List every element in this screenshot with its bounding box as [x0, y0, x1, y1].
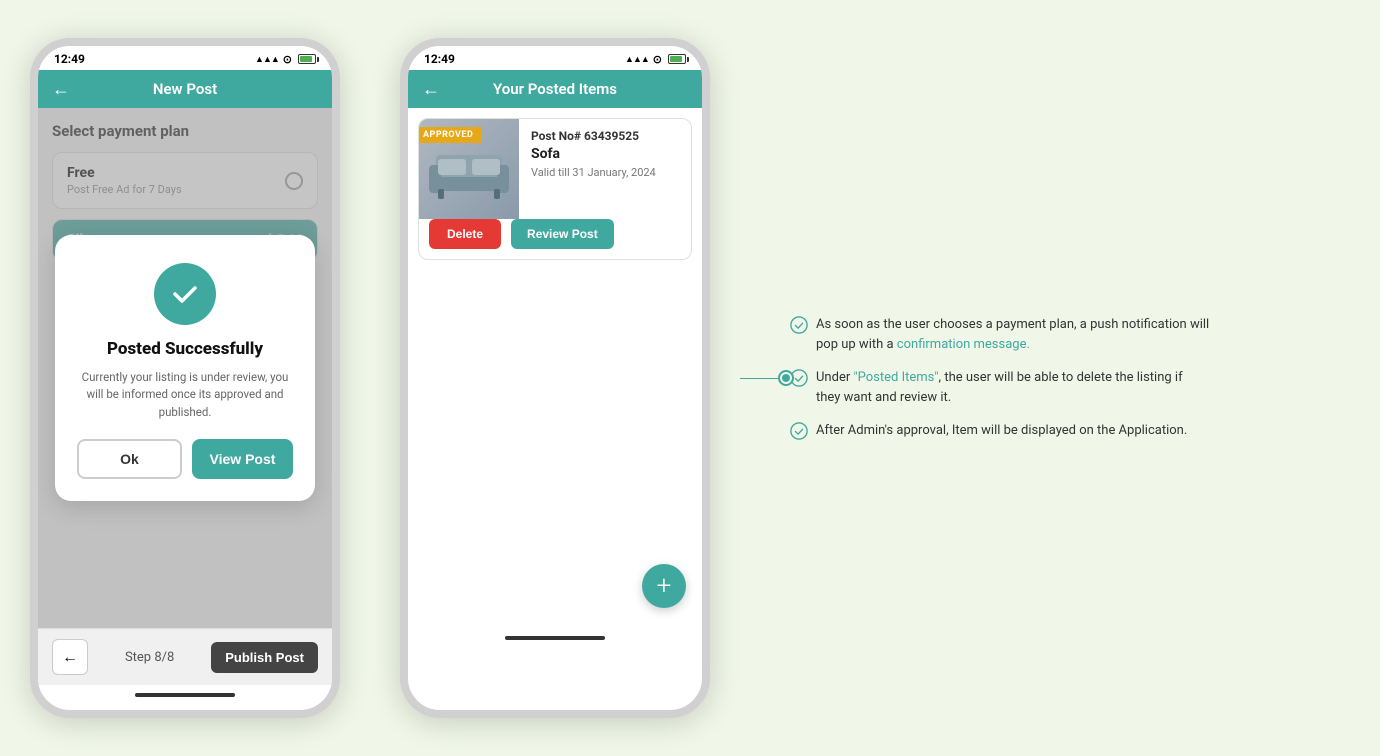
- phone1-bottom-bar: ← Step 8/8 Publish Post: [38, 628, 332, 685]
- annotation-panel: As soon as the user chooses a payment pl…: [740, 295, 1350, 461]
- connector-dot: [780, 372, 792, 384]
- phone1-time: 12:49: [54, 52, 85, 66]
- phone1-header: ← New Post: [38, 70, 332, 108]
- check-icon-2: [790, 369, 808, 387]
- annotation-text-1: As soon as the user chooses a payment pl…: [816, 315, 1210, 354]
- signal-icon: ▲▲▲: [255, 54, 279, 65]
- item-name: Sofa: [531, 146, 679, 162]
- phone1-status-icons: ▲▲▲ ⊙: [255, 53, 316, 66]
- phone1-back-button[interactable]: ←: [52, 79, 70, 100]
- success-modal-overlay: Posted Successfully Currently your listi…: [38, 108, 332, 628]
- annotation-list: As soon as the user chooses a payment pl…: [790, 315, 1210, 441]
- item-card-top: APPROVED: [419, 119, 691, 219]
- phone2-header: ← Your Posted Items: [408, 70, 702, 108]
- step-label: Step 8/8: [125, 650, 174, 665]
- publish-post-button[interactable]: Publish Post: [211, 642, 318, 673]
- annotation-text-3: After Admin's approval, Item will be dis…: [816, 421, 1187, 441]
- approved-badge: APPROVED: [418, 127, 481, 143]
- home-indicator-2: [408, 628, 702, 644]
- posted-items-body: APPROVED: [408, 108, 702, 628]
- view-post-button[interactable]: View Post: [192, 439, 293, 479]
- delete-button[interactable]: Delete: [429, 219, 501, 249]
- home-bar-2: [505, 636, 605, 640]
- success-check-icon: [154, 263, 216, 325]
- ok-button[interactable]: Ok: [77, 439, 182, 479]
- item-valid-date: Valid till 31 January, 2024: [531, 166, 679, 179]
- home-bar: [135, 693, 235, 697]
- step-back-button[interactable]: ←: [52, 639, 88, 675]
- battery-icon: [298, 54, 316, 64]
- annotation-item-3: After Admin's approval, Item will be dis…: [790, 421, 1210, 441]
- modal-description: Currently your listing is under review, …: [77, 369, 293, 421]
- signal-icon: ▲▲▲: [625, 54, 649, 65]
- modal-actions: Ok View Post: [77, 439, 293, 479]
- phone1-header-title: New Post: [153, 80, 217, 98]
- check-icon-3: [790, 422, 808, 440]
- annotation-item-2: Under "Posted Items", the user will be a…: [790, 368, 1210, 407]
- check-icon-1: [790, 316, 808, 334]
- wifi-icon: ⊙: [653, 53, 662, 66]
- phone2-header-title: Your Posted Items: [493, 80, 617, 98]
- fab-add-button[interactable]: +: [642, 564, 686, 608]
- phone2-status-icons: ▲▲▲ ⊙: [625, 53, 686, 66]
- phone1-notch: 12:49 ▲▲▲ ⊙: [38, 46, 332, 70]
- item-info: Post No# 63439525 Sofa Valid till 31 Jan…: [519, 119, 691, 219]
- success-modal: Posted Successfully Currently your listi…: [55, 235, 315, 501]
- annotation-item-1: As soon as the user chooses a payment pl…: [790, 315, 1210, 354]
- phone1-frame: 12:49 ▲▲▲ ⊙ ← New Post Select payment pl…: [30, 38, 340, 718]
- item-image-wrap: APPROVED: [419, 119, 519, 219]
- review-post-button[interactable]: Review Post: [511, 219, 614, 249]
- phone2-back-button[interactable]: ←: [422, 79, 440, 100]
- connector-line: [740, 378, 780, 379]
- modal-title: Posted Successfully: [77, 339, 293, 359]
- home-indicator: [38, 685, 332, 701]
- battery-icon: [668, 54, 686, 64]
- phone2-frame: 12:49 ▲▲▲ ⊙ ← Your Posted Items APPROVED: [400, 38, 710, 718]
- item-card: APPROVED: [418, 118, 692, 260]
- annotation-text-2: Under "Posted Items", the user will be a…: [816, 368, 1210, 407]
- phone1-body: Select payment plan Free Post Free Ad fo…: [38, 108, 332, 628]
- phone2-notch: 12:49 ▲▲▲ ⊙: [408, 46, 702, 70]
- item-actions: Delete Review Post: [419, 219, 691, 259]
- annotation-connector: [740, 372, 792, 384]
- wifi-icon: ⊙: [283, 53, 292, 66]
- item-post-number: Post No# 63439525: [531, 129, 679, 143]
- phone2-time: 12:49: [424, 52, 455, 66]
